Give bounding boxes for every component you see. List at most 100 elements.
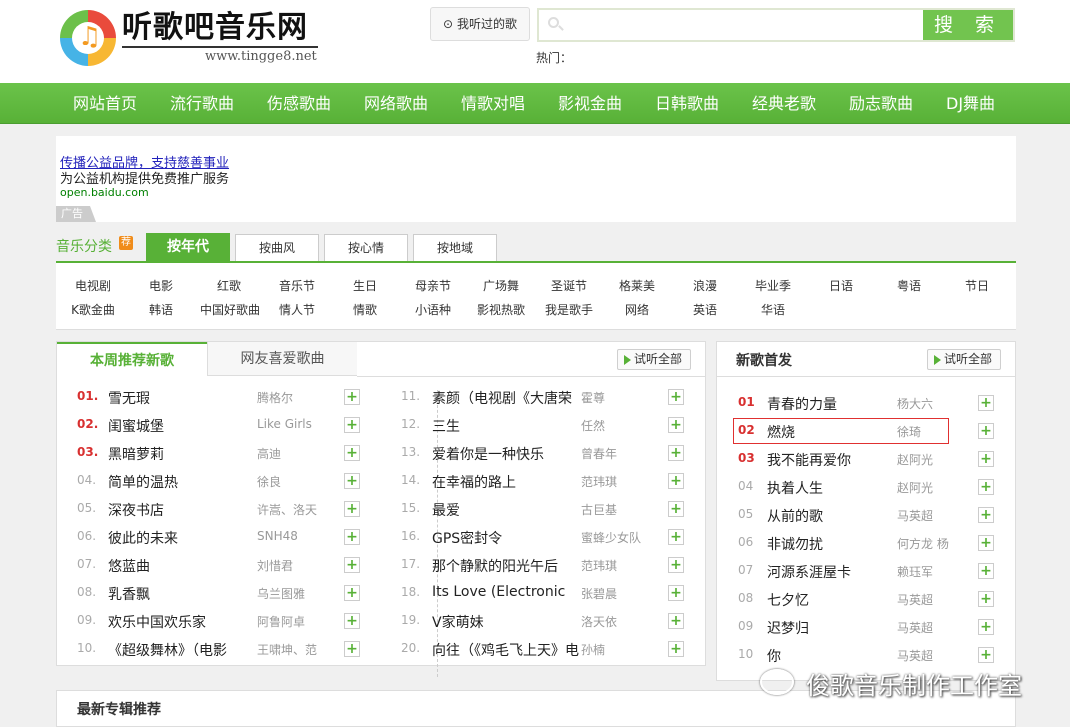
song-artist[interactable]: 范玮琪: [581, 473, 645, 490]
song-artist[interactable]: 阿鲁阿卓: [257, 613, 321, 630]
category-item[interactable]: 网络: [603, 301, 671, 318]
add-icon[interactable]: +: [668, 473, 684, 489]
category-item[interactable]: 情歌: [331, 301, 399, 318]
song-artist[interactable]: SNH48: [257, 529, 321, 543]
song-artist[interactable]: 马英超: [897, 647, 951, 664]
category-item[interactable]: 华语: [739, 301, 807, 318]
add-icon[interactable]: +: [344, 417, 360, 433]
new-songs-listen-all-button[interactable]: 试听全部: [927, 349, 1001, 370]
add-icon[interactable]: +: [668, 445, 684, 461]
song-title[interactable]: 我不能再爱你: [767, 450, 887, 470]
add-icon[interactable]: +: [978, 563, 994, 579]
tab-weekly-new[interactable]: 本周推荐新歌: [57, 342, 207, 376]
song-title[interactable]: 在幸福的路上: [432, 472, 580, 492]
nav-item-jk[interactable]: 日韩歌曲: [655, 83, 719, 124]
song-artist[interactable]: 杨大六: [897, 395, 951, 412]
nav-item-internet[interactable]: 网络歌曲: [364, 83, 428, 124]
add-icon[interactable]: +: [668, 501, 684, 517]
add-icon[interactable]: +: [668, 585, 684, 601]
add-icon[interactable]: +: [668, 389, 684, 405]
song-artist[interactable]: 赖珏军: [897, 563, 951, 580]
song-title[interactable]: 雪无瑕: [108, 388, 256, 408]
add-icon[interactable]: +: [978, 619, 994, 635]
song-title[interactable]: 迟梦归: [767, 618, 887, 638]
category-item[interactable]: 红歌: [195, 277, 263, 294]
song-title[interactable]: 乳香飘: [108, 584, 256, 604]
add-icon[interactable]: +: [978, 451, 994, 467]
song-artist[interactable]: 马英超: [897, 619, 951, 636]
category-item[interactable]: 格莱美: [603, 277, 671, 294]
song-title[interactable]: 你: [767, 646, 887, 666]
nav-item-sad[interactable]: 伤感歌曲: [267, 83, 331, 124]
search-button[interactable]: 搜 索: [923, 10, 1013, 40]
add-icon[interactable]: +: [344, 501, 360, 517]
song-title[interactable]: 深夜书店: [108, 500, 256, 520]
listen-all-button[interactable]: 试听全部: [617, 349, 691, 370]
search-input[interactable]: [539, 10, 923, 40]
song-artist[interactable]: 乌兰图雅: [257, 585, 321, 602]
song-artist[interactable]: 任然: [581, 417, 645, 434]
ad-url[interactable]: open.baidu.com: [60, 186, 149, 199]
category-item[interactable]: 韩语: [127, 301, 195, 318]
song-title[interactable]: 素颜（电视剧《大唐荣: [432, 388, 580, 408]
nav-item-pop[interactable]: 流行歌曲: [170, 83, 234, 124]
song-artist[interactable]: 霍尊: [581, 389, 645, 406]
add-icon[interactable]: +: [668, 613, 684, 629]
song-title[interactable]: 向往（《鸡毛飞上天》电: [432, 640, 580, 660]
song-artist[interactable]: 古巨基: [581, 501, 645, 518]
nav-item-inspire[interactable]: 励志歌曲: [849, 83, 913, 124]
song-artist[interactable]: 蜜蜂少女队: [581, 529, 645, 546]
tab-by-era[interactable]: 按年代: [146, 233, 230, 262]
add-icon[interactable]: +: [344, 557, 360, 573]
add-icon[interactable]: +: [978, 647, 994, 663]
category-item[interactable]: 节日: [943, 277, 1011, 294]
site-title[interactable]: 听歌吧音乐网: [122, 10, 308, 46]
category-item[interactable]: 浪漫: [671, 277, 739, 294]
add-icon[interactable]: +: [344, 389, 360, 405]
song-title[interactable]: 三生: [432, 416, 580, 436]
add-icon[interactable]: +: [668, 417, 684, 433]
category-item[interactable]: 我是歌手: [535, 301, 603, 318]
add-icon[interactable]: +: [344, 585, 360, 601]
nav-item-dj[interactable]: DJ舞曲: [946, 83, 995, 124]
category-item[interactable]: 电影: [127, 277, 195, 294]
song-title[interactable]: 七夕忆: [767, 590, 887, 610]
song-artist[interactable]: 曾春年: [581, 445, 645, 462]
song-artist[interactable]: 孙楠: [581, 641, 645, 658]
song-artist[interactable]: 高迪: [257, 445, 321, 462]
song-artist[interactable]: 范玮琪: [581, 557, 645, 574]
category-item[interactable]: 情人节: [263, 301, 331, 318]
song-artist[interactable]: 马英超: [897, 591, 951, 608]
song-artist[interactable]: 刘惜君: [257, 557, 321, 574]
song-artist[interactable]: 洛天依: [581, 613, 645, 630]
song-artist[interactable]: 赵阿光: [897, 451, 951, 468]
category-item[interactable]: 小语种: [399, 301, 467, 318]
category-item[interactable]: 电视剧: [59, 277, 127, 294]
add-icon[interactable]: +: [978, 423, 994, 439]
song-artist[interactable]: Like Girls: [257, 417, 321, 431]
song-artist[interactable]: 许嵩、洛天: [257, 501, 321, 518]
nav-item-film[interactable]: 影视金曲: [558, 83, 622, 124]
add-icon[interactable]: +: [978, 395, 994, 411]
add-icon[interactable]: +: [978, 591, 994, 607]
tab-by-genre[interactable]: 按曲风: [235, 234, 319, 262]
add-icon[interactable]: +: [978, 479, 994, 495]
tab-by-region[interactable]: 按地域: [413, 234, 497, 262]
category-item[interactable]: 粤语: [875, 277, 943, 294]
song-artist[interactable]: 王啸坤、范: [257, 641, 321, 658]
song-title[interactable]: 悠蓝曲: [108, 556, 256, 576]
song-title[interactable]: 青春的力量: [767, 394, 887, 414]
category-item[interactable]: 影视热歌: [467, 301, 535, 318]
category-item[interactable]: 母亲节: [399, 277, 467, 294]
song-artist[interactable]: 张碧晨: [581, 585, 645, 602]
song-title[interactable]: GPS密封令: [432, 528, 580, 548]
song-title[interactable]: 最爱: [432, 500, 580, 520]
song-artist[interactable]: 何方龙 杨: [897, 535, 951, 552]
song-artist[interactable]: 赵阿光: [897, 479, 951, 496]
add-icon[interactable]: +: [668, 641, 684, 657]
add-icon[interactable]: +: [668, 557, 684, 573]
category-item[interactable]: 中国好歌曲: [195, 301, 265, 318]
song-title[interactable]: 欢乐中国欢乐家: [108, 612, 256, 632]
song-artist[interactable]: 马英超: [897, 507, 951, 524]
add-icon[interactable]: +: [978, 535, 994, 551]
